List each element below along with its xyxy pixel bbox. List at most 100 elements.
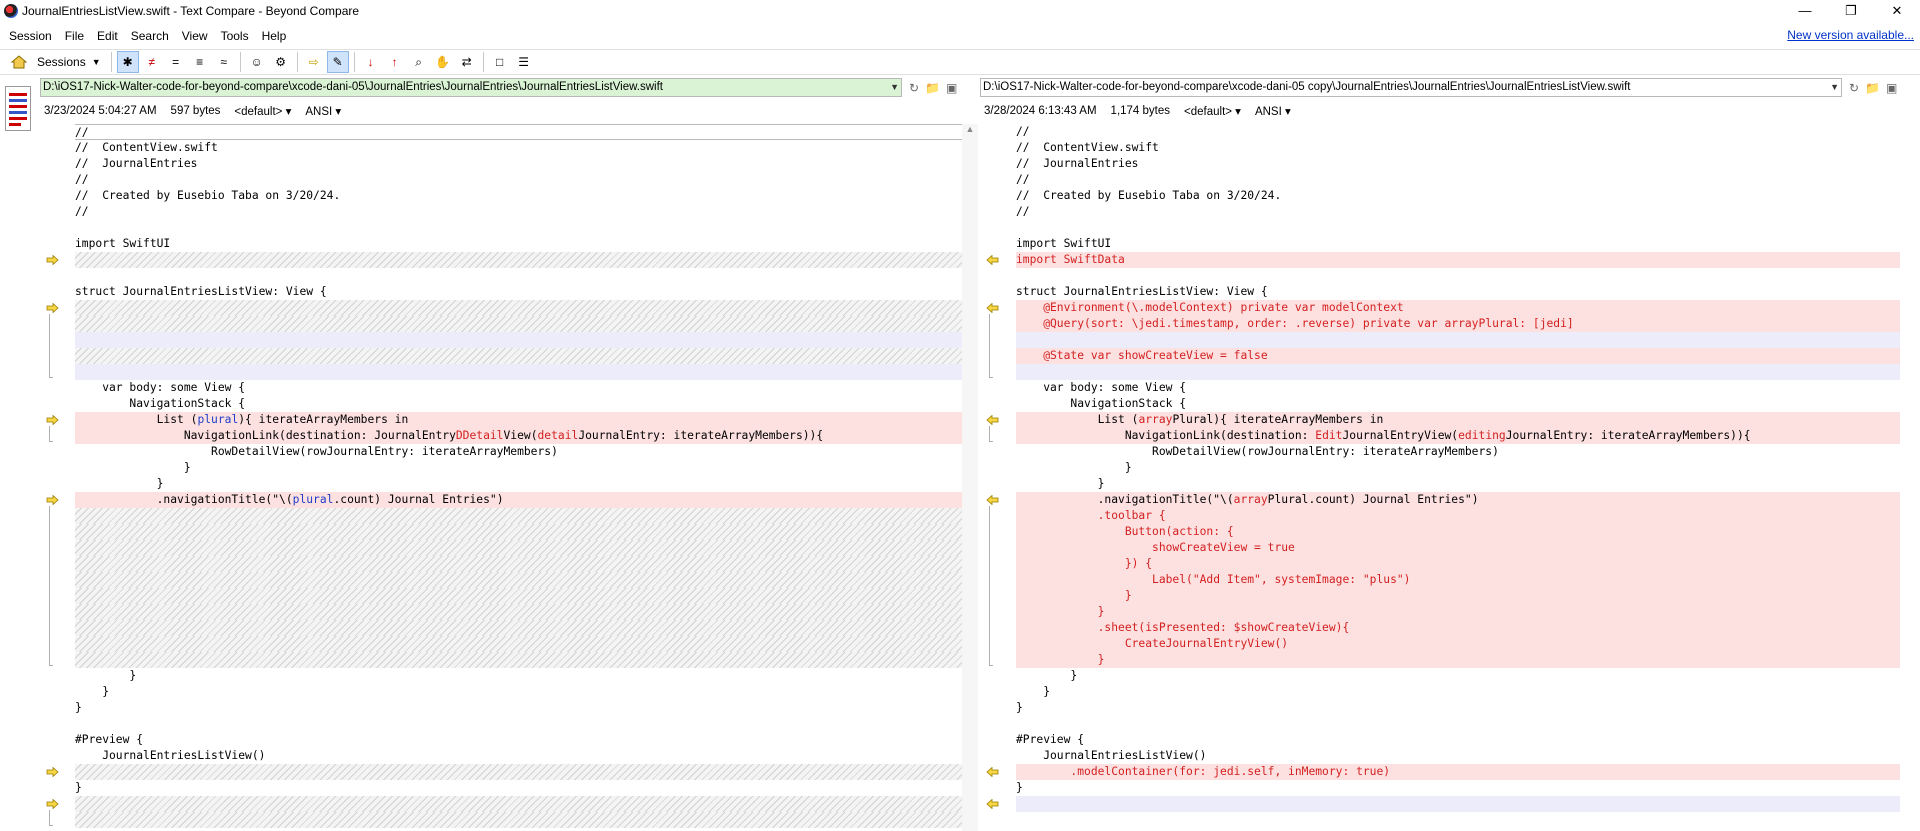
code-line[interactable]: JournalEntriesListView() <box>1016 748 1900 764</box>
code-line[interactable]: } <box>1016 476 1900 492</box>
code-line[interactable]: // ContentView.swift <box>1016 140 1900 156</box>
code-line[interactable]: .navigationTitle("\(plural.count) Journa… <box>75 492 962 508</box>
code-line[interactable]: // <box>1016 124 1900 140</box>
code-line[interactable] <box>75 556 962 572</box>
code-line[interactable]: }) { <box>1016 556 1900 572</box>
minimize-icon[interactable]: — <box>1782 0 1828 22</box>
code-line[interactable]: // <box>75 204 962 220</box>
scroll-up-icon[interactable]: ▲ <box>962 124 978 134</box>
code-line[interactable] <box>75 588 962 604</box>
open-folder-icon[interactable]: 📁 <box>925 81 940 95</box>
code-line[interactable]: @State var showCreateView = false <box>1016 348 1900 364</box>
code-line[interactable] <box>1016 332 1900 348</box>
code-line[interactable]: } <box>1016 588 1900 604</box>
code-line[interactable]: Label("Add Item", systemImage: "plus") <box>1016 572 1900 588</box>
left-code-view[interactable]: // // ContentView.swift // JournalEntries /… <box>75 124 962 831</box>
code-line[interactable] <box>75 716 962 732</box>
lines-icon[interactable]: ☰ <box>513 51 535 73</box>
code-line[interactable]: import SwiftUI <box>75 236 962 252</box>
menu-search[interactable]: Search <box>127 29 173 43</box>
copy-left-arrow-icon[interactable] <box>986 799 1000 810</box>
code-line[interactable] <box>75 636 962 652</box>
code-line[interactable]: } <box>75 476 962 492</box>
code-line[interactable]: NavigationStack { <box>1016 396 1900 412</box>
code-line[interactable] <box>75 620 962 636</box>
code-line[interactable] <box>75 508 962 524</box>
right-encoding-dropdown[interactable]: ANSI <box>1255 104 1291 118</box>
code-line[interactable]: // <box>1016 204 1900 220</box>
minor-icon[interactable]: ≈ <box>213 51 235 73</box>
rules-icon[interactable]: ☺ <box>246 51 268 73</box>
code-line[interactable]: JournalEntriesListView() <box>75 748 962 764</box>
code-line[interactable]: CreateJournalEntryView() <box>1016 636 1900 652</box>
show-same-icon[interactable]: = <box>165 51 187 73</box>
prev-diff-icon[interactable]: ↑ <box>384 51 406 73</box>
code-line[interactable]: // ContentView.swift <box>75 140 962 156</box>
code-line[interactable]: // <box>75 172 962 188</box>
code-line[interactable] <box>75 540 962 556</box>
restore-icon[interactable]: ❐ <box>1828 0 1874 22</box>
copy-right-arrow-icon[interactable] <box>46 255 60 266</box>
copy-right-arrow-icon[interactable] <box>46 303 60 314</box>
copy-right-arrow-icon[interactable] <box>46 495 60 506</box>
right-format-dropdown[interactable]: <default> <box>1184 104 1241 118</box>
code-line[interactable] <box>1016 268 1900 284</box>
code-line[interactable] <box>1016 220 1900 236</box>
code-line[interactable]: } <box>1016 780 1900 796</box>
code-line[interactable]: Button(action: { <box>1016 524 1900 540</box>
code-line[interactable]: struct JournalEntriesListView: View { <box>1016 284 1900 300</box>
right-editor[interactable]: // // ContentView.swift // JournalEntries /… <box>980 124 1920 831</box>
code-line[interactable]: } <box>75 700 962 716</box>
code-line[interactable]: @Query(sort: \jedi.timestamp, order: .re… <box>1016 316 1900 332</box>
code-line[interactable]: var body: some View { <box>75 380 962 396</box>
show-diffs-icon[interactable]: ≠ <box>141 51 163 73</box>
code-line[interactable]: // Created by Eusebio Taba on 3/20/24. <box>1016 188 1900 204</box>
sessions-dropdown[interactable]: Sessions ▼ <box>31 55 107 69</box>
code-line[interactable]: NavigationLink(destination: JournalEntry… <box>75 428 962 444</box>
edit-icon[interactable]: ✎ <box>326 51 349 73</box>
code-line[interactable]: List (arrayPlural){ iterateArrayMembers … <box>1016 412 1900 428</box>
copy-left-arrow-icon[interactable] <box>986 415 1000 426</box>
chevron-down-icon[interactable]: ▼ <box>890 79 899 96</box>
left-format-dropdown[interactable]: <default> <box>234 104 291 118</box>
align-icon[interactable]: ✋ <box>432 51 454 73</box>
close-icon[interactable]: ✕ <box>1874 0 1920 22</box>
find-icon[interactable]: ⌕ <box>408 51 430 73</box>
menu-tools[interactable]: Tools <box>217 29 253 43</box>
code-line[interactable]: } <box>1016 684 1900 700</box>
code-line[interactable]: } <box>75 684 962 700</box>
code-line[interactable]: .toolbar { <box>1016 508 1900 524</box>
code-line[interactable] <box>75 764 962 780</box>
swap-icon[interactable]: ⇄ <box>456 51 478 73</box>
code-line[interactable]: } <box>75 668 962 684</box>
save-icon[interactable]: ▣ <box>946 81 957 95</box>
pane-divider[interactable]: ▲ <box>962 124 978 831</box>
code-line[interactable]: import SwiftData <box>1016 252 1900 268</box>
code-line[interactable]: var body: some View { <box>1016 380 1900 396</box>
left-editor[interactable]: // // ContentView.swift // JournalEntries /… <box>40 124 984 831</box>
code-line[interactable]: @Environment(\.modelContext) private var… <box>1016 300 1900 316</box>
code-line[interactable]: } <box>1016 604 1900 620</box>
menu-file[interactable]: File <box>61 29 88 43</box>
code-line[interactable] <box>1016 716 1900 732</box>
menu-view[interactable]: View <box>178 29 212 43</box>
code-line[interactable] <box>75 812 962 828</box>
code-line[interactable]: .modelContainer(for: jedi.self, inMemory… <box>1016 764 1900 780</box>
show-all-icon[interactable]: ✱ <box>116 51 139 73</box>
code-line[interactable] <box>75 652 962 668</box>
menu-session[interactable]: Session <box>5 29 56 43</box>
code-line[interactable]: // <box>1016 172 1900 188</box>
chevron-down-icon[interactable]: ▼ <box>1830 79 1839 96</box>
context-icon[interactable]: ≡ <box>189 51 211 73</box>
new-version-link[interactable]: New version available... <box>1787 28 1914 42</box>
copy-left-arrow-icon[interactable] <box>986 255 1000 266</box>
code-line[interactable] <box>75 300 962 316</box>
code-line[interactable]: // JournalEntries <box>1016 156 1900 172</box>
code-line[interactable]: } <box>75 460 962 476</box>
code-line[interactable] <box>75 268 962 284</box>
code-line[interactable] <box>75 252 962 268</box>
format-icon[interactable]: ⚙ <box>270 51 292 73</box>
left-path-field[interactable]: D:\iOS17-Nick-Walter-code-for-beyond-com… <box>40 78 902 97</box>
left-encoding-dropdown[interactable]: ANSI <box>305 104 341 118</box>
copy-right-arrow-icon[interactable] <box>46 799 60 810</box>
